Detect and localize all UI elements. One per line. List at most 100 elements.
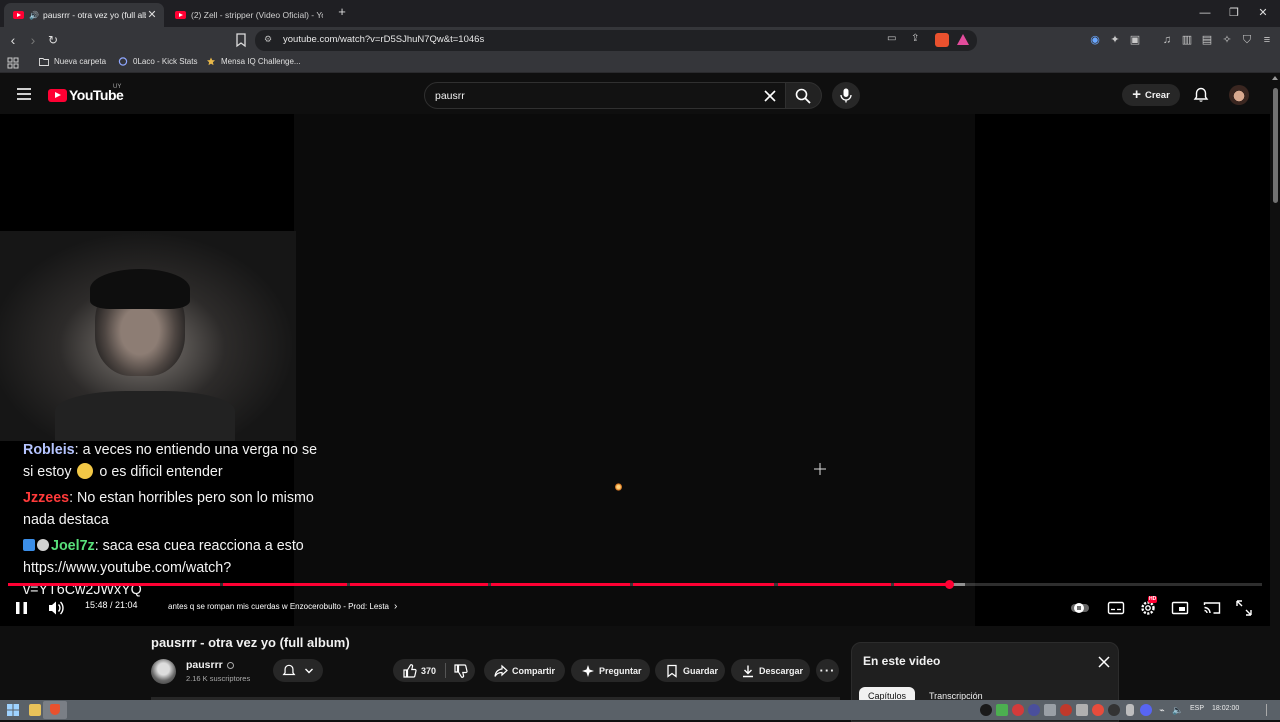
tray-app-icon[interactable] <box>996 704 1008 716</box>
stream-chat-overlay: Robleis: a veces no entiendo una verga n… <box>23 439 323 601</box>
video-frame[interactable] <box>294 114 975 626</box>
youtube-favicon-icon <box>175 11 186 19</box>
browser-tab[interactable]: (2) Zell - stripper (Video Oficial) - Yo… <box>166 3 324 27</box>
tray-app-icon[interactable] <box>1092 704 1104 716</box>
browser-tab-active[interactable]: 🔊 pausrrr - otra vez yo (full album) ✕ <box>4 3 164 27</box>
search-input[interactable]: pausrr <box>424 82 786 109</box>
youtube-favicon-icon <box>13 11 24 19</box>
video-player[interactable]: Robleis: a veces no entiendo una verga n… <box>0 114 1270 626</box>
scrollbar-thumb[interactable] <box>1273 88 1278 203</box>
subscription-bell-button[interactable] <box>273 659 323 682</box>
vpn-icon[interactable]: ⛉ <box>1240 33 1254 47</box>
dislike-button[interactable] <box>446 663 468 678</box>
speaker-tray-icon[interactable]: 🔈 <box>1172 704 1184 716</box>
taskbar-clock[interactable]: 18:02:00 <box>1212 705 1239 712</box>
save-button[interactable]: Guardar <box>655 659 725 682</box>
leo-ai-icon[interactable]: ✧ <box>1220 33 1234 47</box>
brave-taskbar-button[interactable] <box>43 701 67 719</box>
discord-tray-icon[interactable] <box>1140 704 1152 716</box>
miniplayer-button[interactable] <box>1170 598 1190 618</box>
windows-start-icon[interactable] <box>7 704 19 716</box>
like-button[interactable]: 370 <box>393 663 436 678</box>
sidebar-icon[interactable]: ▥ <box>1180 33 1194 47</box>
voice-search-button[interactable] <box>832 82 860 109</box>
chapter-segment <box>223 583 347 586</box>
scroll-up-icon[interactable] <box>1272 76 1278 80</box>
chapter-title-button[interactable]: antes q se rompan mis cuerdas w Enzocero… <box>168 601 397 612</box>
more-horizontal-icon: ··· <box>819 662 836 678</box>
save-playlist-icon <box>667 664 677 678</box>
microphone-tray-icon[interactable] <box>1126 704 1134 716</box>
chevron-right-icon: › <box>394 601 398 612</box>
subtitles-button[interactable] <box>1106 598 1126 618</box>
bookmark-icon[interactable] <box>233 32 249 48</box>
apps-grid-icon[interactable] <box>7 57 19 69</box>
brave-shield-icon[interactable] <box>935 33 949 47</box>
menu-icon[interactable]: ≡ <box>1260 33 1274 47</box>
back-icon[interactable]: ‹ <box>5 32 21 48</box>
cast-button[interactable] <box>1202 598 1222 618</box>
bookmark-olaco-kick-stats[interactable]: 0Laco - Kick Stats <box>118 57 197 66</box>
close-tab-icon[interactable]: ✕ <box>146 9 158 21</box>
brave-rewards-icon[interactable] <box>957 34 969 45</box>
wallet-icon[interactable]: ▤ <box>1200 33 1214 47</box>
new-tab-button[interactable]: + <box>335 5 349 19</box>
tray-app-icon[interactable] <box>1028 704 1040 716</box>
tray-app-icon[interactable] <box>1108 704 1120 716</box>
tray-app-icon[interactable] <box>1076 704 1088 716</box>
share-page-icon[interactable]: ⇪ <box>911 33 919 44</box>
autoplay-toggle[interactable] <box>1070 598 1090 618</box>
account-avatar[interactable] <box>1229 85 1249 105</box>
bookmarks-bar: Nueva carpeta 0Laco - Kick Stats Mensa I… <box>0 53 1280 73</box>
pause-button[interactable] <box>12 598 32 618</box>
close-window-icon[interactable]: ✕ <box>1256 6 1270 20</box>
tab-title: pausrrr - otra vez yo (full album) <box>42 10 146 20</box>
reload-icon[interactable]: ↻ <box>45 32 61 48</box>
minimize-icon[interactable]: — <box>1198 6 1212 20</box>
audio-wave-icon[interactable]: ◉ <box>1088 33 1102 47</box>
settings-button[interactable]: HD <box>1138 596 1158 618</box>
site-info-icon[interactable]: ⚙ <box>264 34 272 45</box>
search-button[interactable] <box>786 82 822 109</box>
thumbs-down-icon <box>454 663 468 678</box>
page-scrollbar[interactable] <box>1270 73 1280 700</box>
ask-button[interactable]: Preguntar <box>571 659 650 682</box>
bookmark-nueva-carpeta[interactable]: Nueva carpeta <box>39 57 106 66</box>
tray-app-icon[interactable] <box>1044 704 1056 716</box>
hd-badge: HD <box>1148 596 1158 603</box>
fullscreen-button[interactable] <box>1234 598 1254 618</box>
tray-app-icon[interactable] <box>980 704 992 716</box>
star-icon <box>207 57 215 66</box>
forward-icon[interactable]: › <box>25 32 41 48</box>
url-field[interactable]: ⚙ youtube.com/watch?v=rD5SJhuN7Qw&t=1046… <box>255 30 977 51</box>
restore-icon[interactable]: ❐ <box>1227 6 1241 20</box>
share-button[interactable]: Compartir <box>484 659 565 682</box>
progress-scrubber[interactable] <box>945 580 954 589</box>
download-button[interactable]: Descargar <box>731 659 810 682</box>
bookmark-mensa-iq[interactable]: Mensa IQ Challenge... <box>206 57 301 66</box>
file-explorer-icon[interactable] <box>29 704 41 716</box>
channel-name-link[interactable]: pausrrr <box>186 659 234 671</box>
show-desktop-button[interactable] <box>1266 704 1275 716</box>
mute-button[interactable] <box>46 598 66 618</box>
search-icon <box>795 88 811 104</box>
chapter-segment <box>894 583 949 586</box>
hamburger-menu-icon[interactable] <box>16 87 32 101</box>
channel-avatar[interactable] <box>151 659 176 684</box>
install-app-icon[interactable]: ▭ <box>887 33 896 44</box>
create-button[interactable]: + Crear <box>1122 84 1180 106</box>
tray-app-icon[interactable] <box>1060 704 1072 716</box>
input-language[interactable]: ESP <box>1190 705 1204 712</box>
tray-app-icon[interactable] <box>1012 704 1024 716</box>
clear-search-icon[interactable] <box>763 89 777 103</box>
extensions-icon[interactable]: ✦ <box>1108 33 1122 47</box>
network-icon[interactable]: ⌁ <box>1156 704 1168 716</box>
media-icon[interactable]: ♫ <box>1160 33 1174 47</box>
screenshot-icon[interactable]: ▣ <box>1128 33 1142 47</box>
more-actions-button[interactable]: ··· <box>816 659 839 682</box>
verified-icon <box>226 661 234 669</box>
progress-bar[interactable] <box>8 583 1262 586</box>
notifications-bell-icon[interactable] <box>1193 87 1209 103</box>
close-panel-icon[interactable] <box>1097 655 1111 669</box>
autoplay-icon <box>1071 603 1089 613</box>
